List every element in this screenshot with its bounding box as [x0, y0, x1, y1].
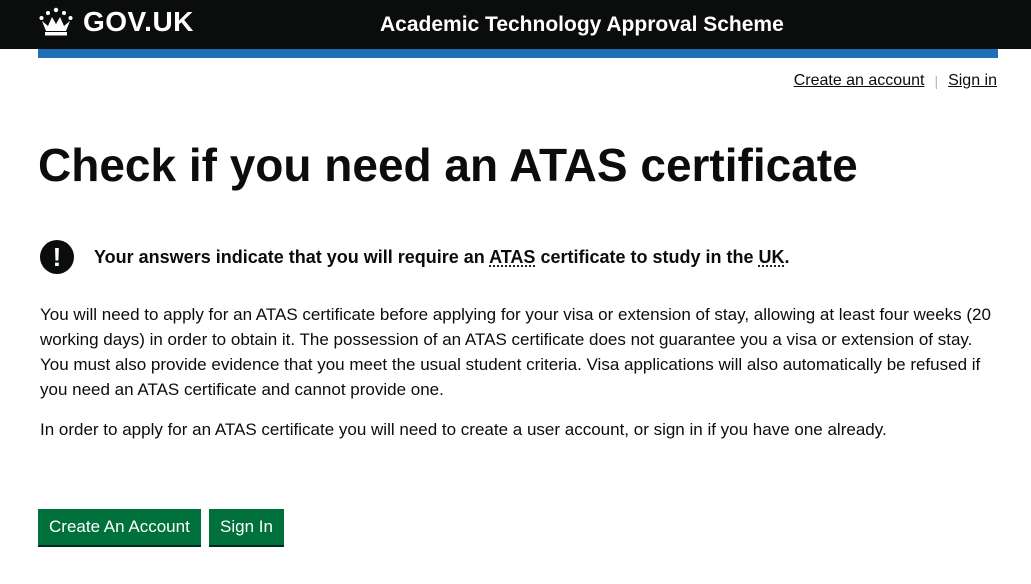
header-container: GOV.UK Academic Technology Approval Sche…: [38, 0, 998, 49]
warning-text-end: .: [784, 247, 790, 267]
uk-abbreviation: UK: [758, 247, 785, 267]
account-nav: Create an account | Sign in: [794, 71, 997, 91]
info-paragraph-visa: You will need to apply for an ATAS certi…: [40, 305, 991, 399]
warning-text-start: Your answers indicate that you will requ…: [94, 247, 490, 267]
page-title: Check if you need an ATAS certificate: [38, 139, 858, 191]
atas-abbreviation: ATAS: [489, 247, 536, 267]
nav-separator: |: [934, 73, 939, 89]
header-accent-bar: [38, 49, 998, 58]
sign-in-button[interactable]: Sign In: [209, 509, 284, 545]
govuk-logo-link[interactable]: GOV.UK: [38, 7, 194, 37]
sign-in-link[interactable]: Sign in: [948, 71, 997, 91]
logo-text: GOV.UK: [83, 6, 194, 37]
site-header: GOV.UK Academic Technology Approval Sche…: [0, 0, 1031, 49]
create-account-button[interactable]: Create An Account: [38, 509, 201, 545]
create-account-link[interactable]: Create an account: [794, 71, 925, 91]
warning-text: Your answers indicate that you will requ…: [94, 245, 790, 269]
service-name-link[interactable]: Academic Technology Approval Scheme: [380, 12, 784, 38]
warning-text-middle: certificate to study in the: [535, 247, 759, 267]
warning-notice: ! Your answers indicate that you will re…: [40, 240, 790, 274]
crown-icon: [39, 7, 73, 36]
warning-icon: !: [40, 240, 74, 274]
info-paragraph-account: In order to apply for an ATAS certificat…: [40, 420, 887, 439]
